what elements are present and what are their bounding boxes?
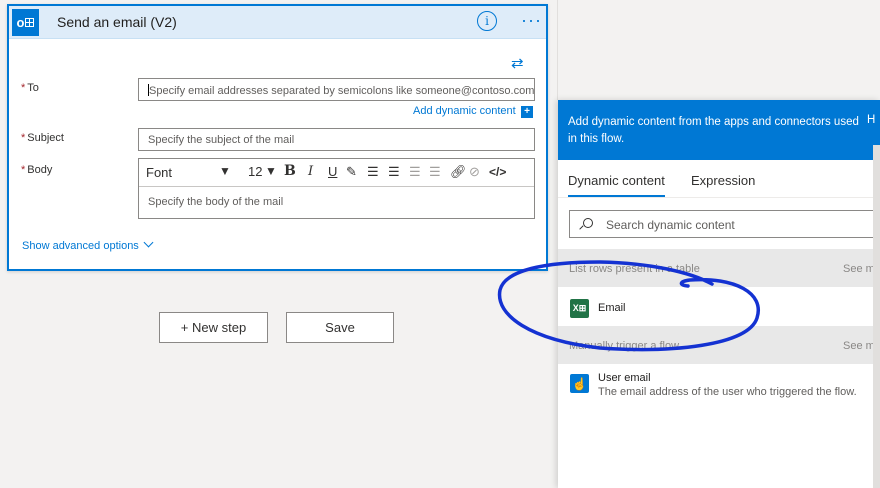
search-placeholder: Search dynamic content — [606, 218, 735, 232]
more-options-button[interactable]: ··· — [521, 10, 542, 31]
bullet-list-icon[interactable]: ☰ — [367, 164, 379, 180]
add-dynamic-content-plus-icon[interactable]: + — [521, 106, 533, 118]
decrease-indent-icon[interactable]: ☰ — [409, 164, 421, 180]
add-dynamic-content-link[interactable]: Add dynamic content — [413, 105, 516, 117]
body-label: * Body — [21, 164, 53, 176]
dynamic-content-panel: Add dynamic content from the apps and co… — [558, 100, 880, 488]
show-advanced-options-link[interactable]: Show advanced options — [22, 237, 154, 252]
body-editor[interactable]: Font ▼ 12 ▼ B I U ✎ ☰ ☰ ☰ ☰ 🔗︎ ⊘ </> Spe… — [138, 158, 535, 219]
link-icon[interactable]: 🔗︎ — [450, 164, 467, 180]
item-title: Email — [598, 302, 626, 314]
manual-trigger-icon: ☝ — [570, 374, 589, 393]
highlight-pen-icon[interactable]: ✎ — [346, 164, 357, 180]
save-button[interactable]: Save — [286, 312, 394, 343]
numbered-list-icon[interactable]: ☰ — [388, 164, 400, 180]
search-icon — [583, 218, 593, 228]
new-step-button[interactable]: + New step — [159, 312, 268, 343]
card-title: Send an email (V2) — [57, 14, 177, 30]
unlink-icon[interactable]: ⊘ — [469, 164, 480, 180]
body-placeholder: Specify the body of the mail — [148, 196, 284, 208]
to-label: * To — [21, 82, 39, 94]
tabs-divider — [558, 197, 880, 198]
subject-label: * Subject — [21, 132, 64, 144]
see-more-link[interactable]: See m — [843, 263, 875, 275]
swap-icon[interactable]: ⇄ — [511, 54, 524, 72]
excel-icon: X⊞ — [570, 299, 589, 318]
tab-dynamic-content[interactable]: Dynamic content — [568, 173, 665, 188]
rich-text-toolbar: Font ▼ 12 ▼ B I U ✎ ☰ ☰ ☰ ☰ 🔗︎ ⊘ </> — [139, 159, 534, 187]
font-size-dropdown-icon[interactable]: ▼ — [265, 164, 277, 178]
subject-field[interactable]: Specify the subject of the mail — [138, 128, 535, 151]
send-email-action-card: o Send an email (V2) i ··· ⇄ * To Specify… — [7, 4, 548, 271]
section-label: List rows present in a table — [569, 263, 700, 275]
panel-header: Add dynamic content from the apps and co… — [558, 100, 880, 160]
search-input[interactable]: Search dynamic content — [569, 210, 880, 238]
see-more-link[interactable]: See m — [843, 340, 875, 352]
dynamic-item-email[interactable]: X⊞ Email — [558, 287, 880, 326]
panel-header-extra: H — [867, 114, 876, 126]
underline-button[interactable]: U — [328, 164, 337, 179]
to-field[interactable]: Specify email addresses separated by sem… — [138, 78, 535, 101]
code-view-button[interactable]: </> — [489, 165, 506, 179]
font-select[interactable]: Font — [146, 165, 172, 180]
chevron-down-icon — [143, 237, 154, 248]
font-size-select[interactable]: 12 — [248, 164, 262, 179]
item-description: The email address of the user who trigge… — [598, 386, 857, 398]
italic-button[interactable]: I — [308, 164, 313, 179]
canvas-divider — [557, 0, 558, 100]
bold-button[interactable]: B — [284, 163, 296, 179]
section-label: Manually trigger a flow — [569, 340, 680, 352]
item-title: User email — [598, 372, 651, 384]
font-dropdown-icon[interactable]: ▼ — [219, 164, 231, 178]
panel-scrollbar[interactable] — [873, 145, 880, 488]
outlook-icon: o — [12, 9, 39, 36]
section-list-rows: List rows present in a table See m — [558, 249, 880, 287]
increase-indent-icon[interactable]: ☰ — [429, 164, 441, 180]
info-button[interactable]: i — [477, 11, 497, 31]
tab-expression[interactable]: Expression — [691, 173, 755, 188]
section-manual-trigger: Manually trigger a flow See m — [558, 326, 880, 364]
dynamic-item-user-email[interactable]: ☝ User email The email address of the us… — [558, 365, 880, 409]
card-header[interactable]: o Send an email (V2) i ··· — [9, 6, 546, 39]
